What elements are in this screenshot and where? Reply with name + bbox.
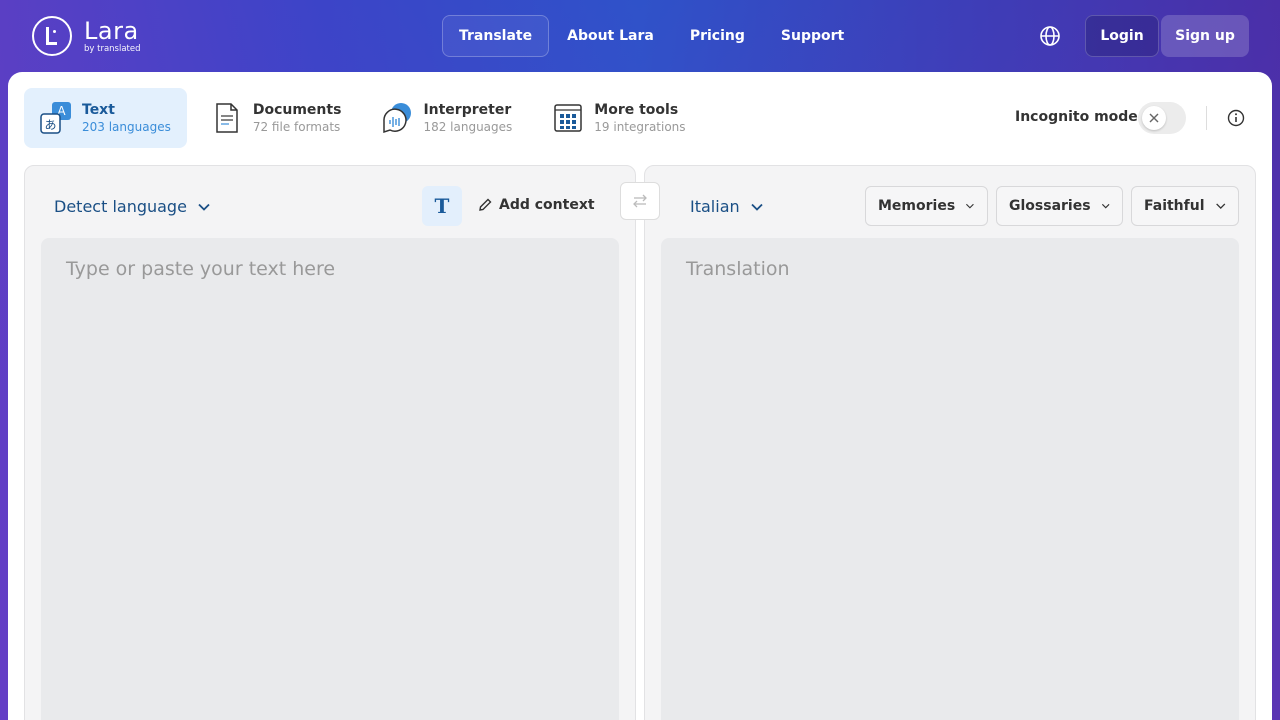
memories-dropdown[interactable]: Memories [865,186,988,226]
source-placeholder: Type or paste your text here [66,258,336,280]
globe-icon[interactable] [1036,22,1064,50]
chevron-down-icon [198,203,210,211]
document-icon [216,103,238,133]
glossaries-dropdown[interactable]: Glossaries [996,186,1123,226]
chevron-down-icon [751,203,763,211]
glossaries-label: Glossaries [1009,198,1091,214]
main-nav: Translate About Lara Pricing Support [442,15,862,57]
tab-text-sub: 203 languages [82,120,171,134]
target-language-label: Italian [690,197,740,216]
incognito-label: Incognito mode [1015,109,1138,125]
text-translate-icon: A あ [40,102,71,134]
tab-documents-sub: 72 file formats [252,120,341,134]
nav-translate[interactable]: Translate [442,15,550,57]
chevron-down-icon [966,203,974,209]
tab-text-title: Text [82,102,115,118]
tab-documents[interactable]: Documents 72 file formats [195,88,358,148]
style-dropdown[interactable]: Faithful [1131,186,1239,226]
source-language-label: Detect language [54,197,187,216]
target-language-select[interactable]: Italian [690,197,764,216]
source-panel: Detect language T Add context Type or pa… [24,165,636,720]
toggle-knob [1142,106,1166,130]
tab-more-tools-sub: 19 integrations [594,120,686,134]
add-context-label: Add context [499,197,595,213]
svg-text:あ: あ [44,118,56,132]
logo-name: Lara [84,16,139,45]
tab-interpreter[interactable]: Interpreter 182 languages [365,88,528,148]
swap-icon [633,194,647,208]
login-button[interactable]: Login [1085,15,1159,57]
grid-icon [554,104,583,132]
top-header: Lara by translated Translate About Lara … [0,0,1280,72]
logo-subtitle: by translated [84,43,141,54]
nav-about-lara[interactable]: About Lara [549,15,672,57]
chevron-down-icon [1101,203,1110,209]
memories-label: Memories [878,198,956,214]
text-format-icon: T [434,194,450,218]
info-icon[interactable] [1226,108,1246,128]
pencil-icon [479,198,492,211]
text-format-button[interactable]: T [422,186,462,226]
mode-tabs: A あ Text 203 languages Documents 72 file… [24,88,710,148]
tab-text[interactable]: A あ Text 203 languages [24,88,187,148]
interpreter-icon [383,103,412,134]
lara-logo[interactable]: Lara by translated [32,16,141,56]
translator-card: A あ Text 203 languages Documents 72 file… [8,72,1272,720]
nav-pricing[interactable]: Pricing [672,15,763,57]
tab-interpreter-sub: 182 languages [423,120,513,134]
close-icon [1149,113,1159,123]
tab-more-tools-title: More tools [594,102,679,118]
tab-documents-title: Documents [252,102,342,118]
tab-more-tools[interactable]: More tools 19 integrations [536,88,701,148]
signup-button[interactable]: Sign up [1161,15,1249,57]
target-panel: Italian Memories Glossaries Faithful Tra… [644,165,1256,720]
add-context-button[interactable]: Add context [477,197,595,213]
source-text-input[interactable]: Type or paste your text here [41,238,619,720]
source-language-select[interactable]: Detect language [54,197,211,216]
logo-mark-icon [32,16,72,56]
translation-output[interactable]: Translation [661,238,1239,720]
tab-interpreter-title: Interpreter [423,102,512,118]
translation-placeholder: Translation [686,258,790,280]
incognito-toggle[interactable] [1138,102,1186,134]
chevron-down-icon [1215,203,1225,209]
style-label: Faithful [1144,198,1205,214]
swap-languages-button[interactable] [620,182,660,220]
header-divider [1206,106,1207,130]
nav-support[interactable]: Support [763,15,862,57]
